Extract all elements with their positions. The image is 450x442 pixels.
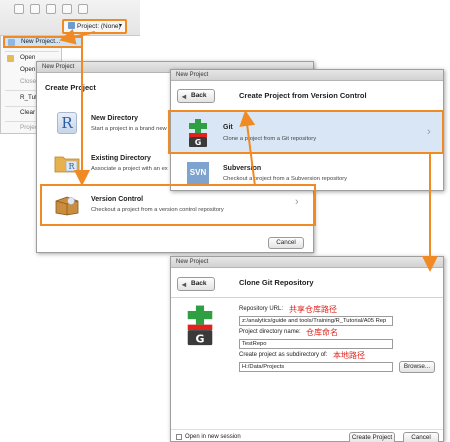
arrow-to-new-project xyxy=(59,28,96,45)
screenshot-stage: Project: (None) ▾ New Project... Open Op… xyxy=(0,0,450,442)
arrow-to-git xyxy=(239,110,256,187)
flow-arrows xyxy=(59,28,438,272)
